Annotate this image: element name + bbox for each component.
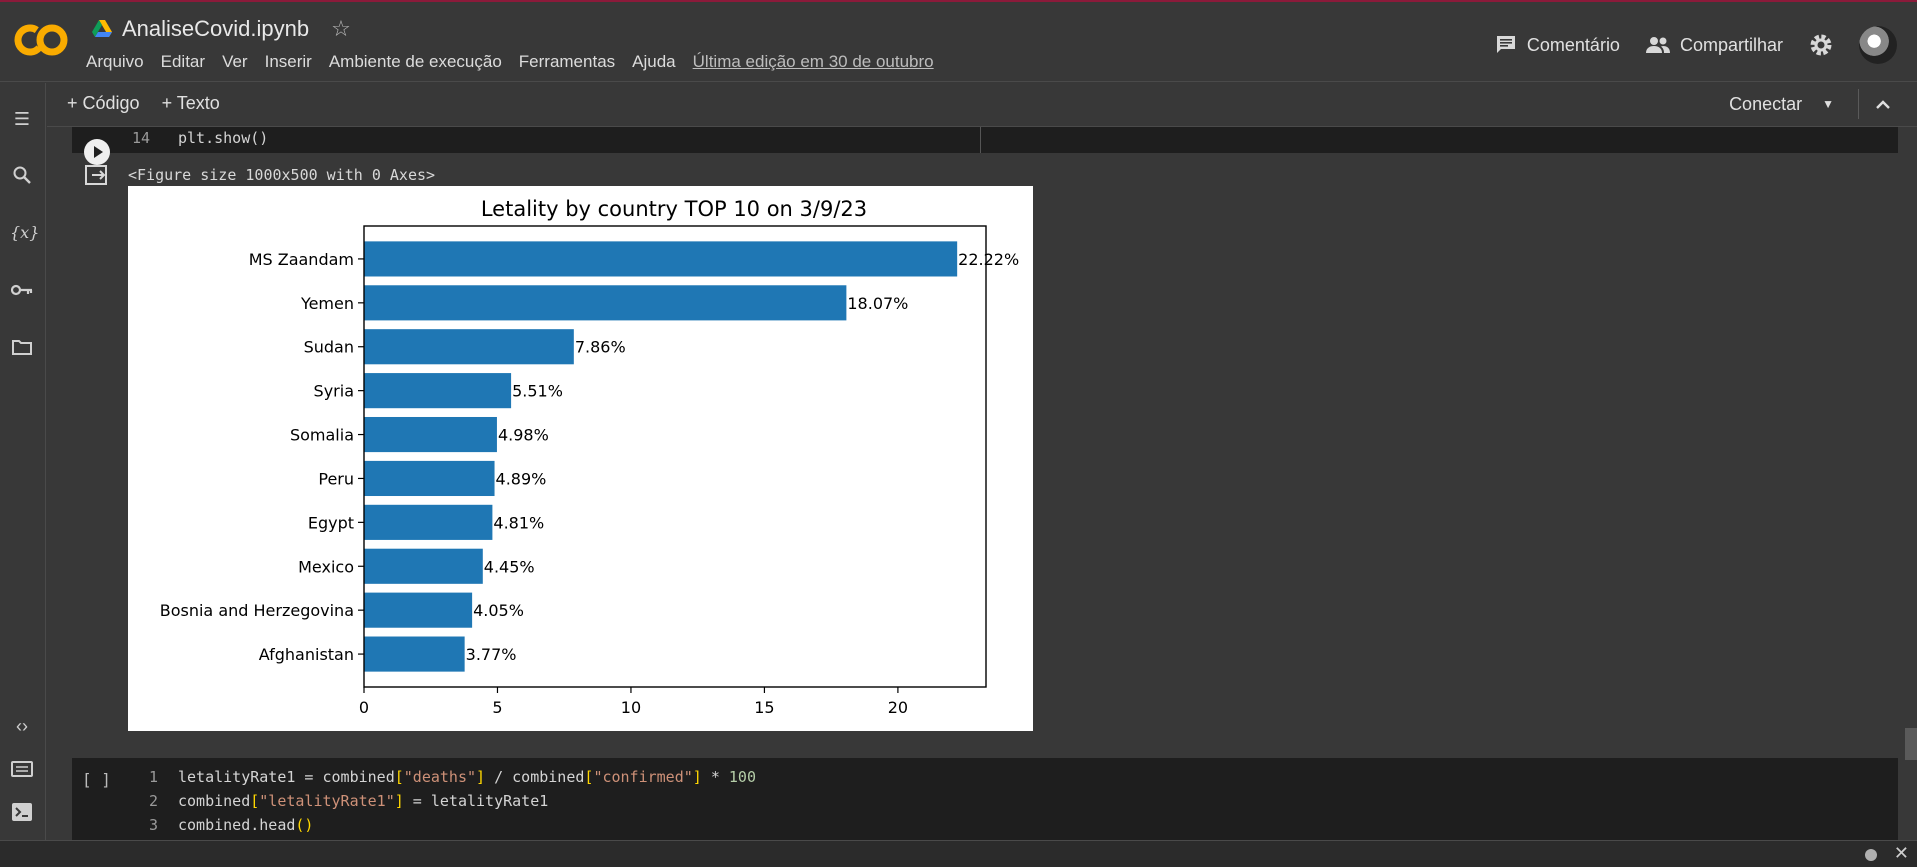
avatar[interactable]: [1859, 26, 1897, 64]
variables-icon[interactable]: {x}: [10, 221, 39, 245]
bar-4: [364, 416, 497, 453]
google-drive-icon: [92, 20, 112, 37]
close-icon[interactable]: ✕: [1894, 843, 1909, 864]
y-tick-label: Syria: [314, 382, 354, 401]
notebook-toolbar: + Código + Texto Conectar ▼: [47, 83, 1917, 127]
cell-divider: [980, 127, 981, 153]
bar-0: [364, 241, 958, 277]
bar-value-label: 18.07%: [847, 294, 908, 313]
bar-value-label: 4.81%: [493, 513, 544, 532]
code-cell[interactable]: [ ] 1 letalityRate1 = combined["deaths"] …: [72, 758, 1898, 840]
collapse-chevron-icon[interactable]: [1875, 99, 1891, 109]
chart-title: Letality by country TOP 10 on 3/9/23: [481, 197, 867, 221]
bar-9: [364, 636, 465, 672]
bar-6: [364, 504, 493, 540]
menu-arquivo[interactable]: Arquivo: [86, 52, 144, 72]
cell-run-bracket[interactable]: [ ]: [82, 770, 111, 789]
y-tick-label: Mexico: [298, 557, 354, 576]
x-tick-label: 10: [621, 698, 641, 717]
table-of-contents-icon[interactable]: ☰: [10, 107, 34, 131]
menu-inserir[interactable]: Inserir: [265, 52, 312, 72]
scrollbar-thumb[interactable]: [1905, 728, 1917, 760]
code-snippets-icon[interactable]: ‹›: [10, 714, 34, 738]
status-indicator-icon[interactable]: [1865, 849, 1877, 861]
terminal-icon[interactable]: [10, 803, 34, 827]
bar-value-label: 7.86%: [575, 338, 626, 357]
notebook-title[interactable]: AnaliseCovid.ipynb: [122, 16, 309, 42]
bar-2: [364, 329, 574, 365]
left-sidebar: ☰ {x} ‹›: [0, 83, 46, 840]
bar-value-label: 3.77%: [466, 645, 517, 664]
colab-logo[interactable]: [14, 20, 68, 60]
line-number: 2: [148, 792, 158, 810]
add-text-button[interactable]: + Texto: [162, 93, 220, 114]
command-palette-icon[interactable]: [10, 759, 34, 783]
x-tick-label: 20: [888, 698, 908, 717]
y-tick-label: Sudan: [304, 338, 354, 357]
folder-icon[interactable]: [10, 337, 34, 361]
y-tick-label: Bosnia and Herzegovina: [160, 601, 354, 620]
bar-3: [364, 373, 512, 409]
toolbar-divider: [1858, 89, 1859, 119]
output-actions-icon[interactable]: [84, 164, 110, 186]
menu-ajuda[interactable]: Ajuda: [632, 52, 675, 72]
bar-value-label: 4.89%: [496, 469, 547, 488]
code-line: plt.show(): [178, 129, 269, 147]
bar-value-label: 22.22%: [958, 250, 1019, 269]
previous-code-cell[interactable]: 14 plt.show(): [72, 127, 1898, 153]
gear-icon[interactable]: [1809, 33, 1833, 57]
status-bar: ✕: [0, 840, 1917, 867]
last-edit-link[interactable]: Última edição em 30 de outubro: [693, 52, 934, 72]
add-code-button[interactable]: + Código: [67, 93, 140, 114]
code-text: combined.head(): [178, 816, 314, 834]
x-tick-label: 15: [754, 698, 774, 717]
connect-label: Conectar: [1729, 93, 1803, 114]
x-tick-label: 0: [359, 698, 369, 717]
line-number: 14: [132, 129, 151, 147]
menu-ambiente[interactable]: Ambiente de execução: [329, 52, 502, 72]
share-label: Compartilhar: [1679, 34, 1783, 55]
line-number: 3: [148, 816, 158, 834]
share-button[interactable]: Compartilhar: [1645, 34, 1783, 56]
search-icon[interactable]: [10, 165, 34, 189]
dropdown-arrow-icon[interactable]: ▼: [1822, 97, 1834, 111]
bar-chart: Letality by country TOP 10 on 3/9/23 22.…: [160, 197, 1019, 717]
key-icon[interactable]: [10, 279, 34, 303]
x-tick-label: 5: [492, 698, 502, 717]
y-tick-label: Somalia: [290, 426, 354, 445]
bar-7: [364, 548, 483, 584]
y-tick-label: Afghanistan: [259, 645, 354, 664]
comment-icon: [1496, 36, 1515, 53]
menu-editar[interactable]: Editar: [161, 52, 205, 72]
bar-8: [364, 592, 473, 628]
bar-value-label: 4.98%: [498, 426, 549, 445]
y-tick-label: MS Zaandam: [249, 250, 354, 269]
connect-button[interactable]: Conectar ▼: [1721, 90, 1842, 119]
star-icon[interactable]: ☆: [331, 16, 351, 42]
comment-label: Comentário: [1526, 34, 1620, 55]
bar-5: [364, 460, 495, 497]
header: AnaliseCovid.ipynb ☆ Arquivo Editar Ver …: [0, 2, 1917, 82]
bar-value-label: 5.51%: [512, 382, 563, 401]
bar-1: [364, 285, 847, 321]
figure-size-output: <Figure size 1000x500 with 0 Axes>: [128, 166, 436, 184]
y-tick-label: Peru: [318, 469, 354, 488]
code-text: letalityRate1 = combined["deaths"] / com…: [178, 768, 756, 786]
line-number: 1: [148, 768, 158, 786]
people-icon: [1645, 37, 1670, 53]
y-tick-label: Yemen: [300, 294, 354, 313]
menu-bar: Arquivo Editar Ver Inserir Ambiente de e…: [86, 52, 934, 72]
bar-value-label: 4.45%: [484, 557, 535, 576]
comment-button[interactable]: Comentário: [1495, 35, 1620, 56]
bar-value-label: 4.05%: [473, 601, 524, 620]
menu-ferramentas[interactable]: Ferramentas: [519, 52, 615, 72]
code-text: combined["letalityRate1"] = letalityRate…: [178, 792, 549, 810]
y-tick-label: Egypt: [308, 513, 354, 532]
chart-figure: Letality by country TOP 10 on 3/9/23 22.…: [128, 186, 1033, 731]
run-cell-button[interactable]: [84, 139, 110, 165]
menu-ver[interactable]: Ver: [222, 52, 248, 72]
